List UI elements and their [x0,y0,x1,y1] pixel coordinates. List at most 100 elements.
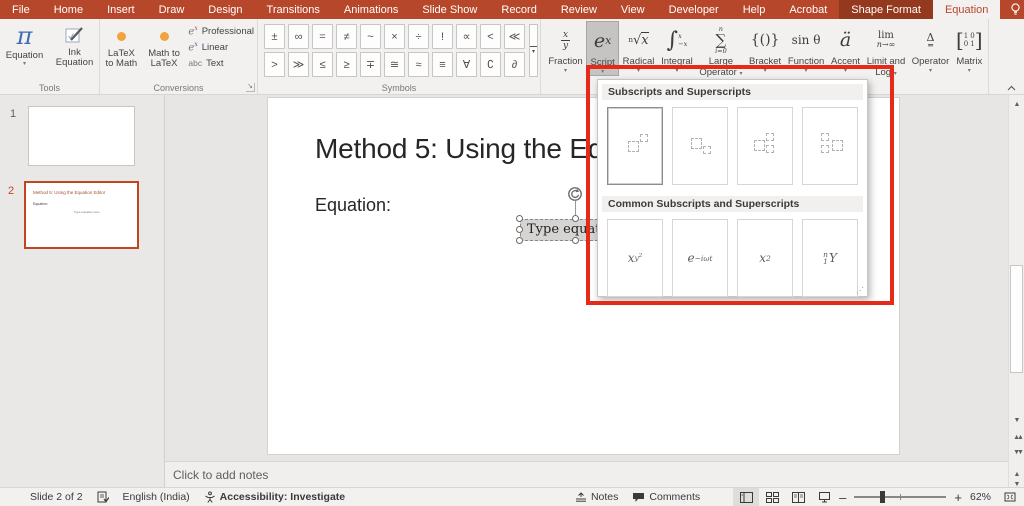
symbol-almost-equal[interactable]: ≈ [408,52,429,77]
subscript-superscript-tile[interactable] [737,107,793,185]
zoom-out-button[interactable]: – [837,490,848,505]
selection-handle-bottom-left[interactable] [516,237,523,244]
symbol-multiply[interactable]: × [384,24,405,49]
tab-home[interactable]: Home [42,0,95,19]
tab-acrobat[interactable]: Acrobat [777,0,839,19]
collapse-ribbon-icon[interactable] [1007,85,1016,91]
normal-view-button[interactable] [733,488,759,506]
symbol-tilde[interactable]: ~ [360,24,381,49]
x-sub-y-squared-tile[interactable]: xy2 [607,219,663,297]
tab-developer[interactable]: Developer [657,0,731,19]
function-button[interactable]: sin θ Function ▾ [785,21,828,74]
equation-text[interactable]: Equation: [315,195,391,216]
symbol-infinity[interactable]: ∞ [288,24,309,49]
fraction-button[interactable]: xy Fraction ▾ [545,21,586,74]
slide-show-button[interactable] [811,488,837,506]
symbol-divide[interactable]: ÷ [408,24,429,49]
tab-transitions[interactable]: Transitions [255,0,332,19]
tab-shape-format[interactable]: Shape Format [839,0,933,19]
rotate-handle[interactable] [567,186,583,202]
symbol-partial[interactable]: ∂ [504,52,525,77]
symbol-proportional[interactable]: ∝ [456,24,477,49]
slide-sorter-view-button[interactable] [759,488,785,506]
slide-thumbnail-1[interactable] [28,106,135,166]
tab-design[interactable]: Design [196,0,254,19]
symbol-minus-plus[interactable]: ∓ [360,52,381,77]
x-squared-tile[interactable]: x2 [737,219,793,297]
tell-me-button[interactable]: Tell me [1000,0,1024,19]
language-indicator[interactable]: English (India) [116,488,197,506]
spell-check-button[interactable] [90,488,116,506]
symbol-much-greater[interactable]: ≫ [288,52,309,77]
latex-to-math-label: LaTeXto Math [106,49,138,69]
symbol-factorial[interactable]: ! [432,24,453,49]
zoom-in-button[interactable]: + [952,490,964,505]
symbol-complement[interactable]: ∁ [480,52,501,77]
tab-record[interactable]: Record [489,0,548,19]
tab-help[interactable]: Help [731,0,778,19]
symbol-not-equal[interactable]: ≠ [336,24,357,49]
tab-slide-show[interactable]: Slide Show [410,0,489,19]
bracket-button[interactable]: {()} Bracket ▾ [746,21,785,74]
linear-button[interactable]: ex Linear [185,39,257,55]
tab-animations[interactable]: Animations [332,0,410,19]
text-button[interactable]: abc Text [185,55,257,71]
zoom-slider[interactable] [854,496,946,498]
symbol-equals[interactable]: = [312,24,333,49]
zoom-level-indicator[interactable]: 62% [964,488,997,506]
slide-thumbnail-2[interactable]: Method 5: Using the Equation Editor Equa… [24,181,139,249]
tab-view[interactable]: View [609,0,657,19]
scroll-down-button[interactable]: ▼ [1009,413,1024,427]
selection-handle-bottom-center[interactable] [572,237,579,244]
linear-label: Linear [202,42,228,53]
integral-button[interactable]: ∫x−x Integral ▾ [658,21,696,74]
script-button[interactable]: ex Script ▾ [586,21,619,76]
symbol-greater-than[interactable]: > [264,52,285,77]
symbol-for-all[interactable]: ∀ [456,52,477,77]
large-operator-button[interactable]: n∑i=0 Large Operator ▾ [696,21,745,78]
zoom-slider-thumb[interactable] [880,491,885,503]
selection-handle-middle-left[interactable] [516,226,523,233]
previous-slide-button[interactable]: ▲▲ [1009,431,1024,445]
superscript-tile[interactable] [607,107,663,185]
symbol-greater-equal[interactable]: ≥ [336,52,357,77]
left-subscript-superscript-tile[interactable] [802,107,858,185]
fraction-icon: xy [561,23,570,57]
tab-equation[interactable]: Equation [933,0,1000,19]
scrollbar-thumb[interactable] [1010,265,1023,373]
accessibility-checker[interactable]: Accessibility: Investigate [197,488,352,506]
symbol-plus-minus[interactable]: ± [264,24,285,49]
tab-insert[interactable]: Insert [95,0,147,19]
symbols-more-button[interactable]: ▾ [529,24,538,77]
selection-handle-top-left[interactable] [516,215,523,222]
subscript-tile[interactable] [672,107,728,185]
symbol-approx-equal[interactable]: ≅ [384,52,405,77]
symbol-much-less[interactable]: ≪ [504,24,525,49]
text-label: Text [206,58,223,69]
tab-draw[interactable]: Draw [147,0,197,19]
tab-review[interactable]: Review [549,0,609,19]
next-slide-button[interactable]: ▼▼ [1009,446,1024,460]
professional-button[interactable]: ex Professional [185,23,257,39]
radical-button[interactable]: n√x Radical ▾ [619,21,657,74]
accent-button[interactable]: ä Accent ▾ [828,21,864,74]
prescript-y-tile[interactable]: n1Y [802,219,858,297]
matrix-button[interactable]: [1001] Matrix ▾ [953,21,987,74]
symbol-identical[interactable]: ≡ [432,52,453,77]
symbol-less-than[interactable]: < [480,24,501,49]
symbol-less-equal[interactable]: ≤ [312,52,333,77]
reading-view-button[interactable] [785,488,811,506]
notes-toggle-button[interactable]: Notes [568,488,625,506]
large-operator-icon: n∑i=0 [715,23,727,57]
tab-file[interactable]: File [0,0,42,19]
selection-handle-top-center[interactable] [572,215,579,222]
operator-button[interactable]: Δ═ Operator ▾ [908,21,952,74]
e-power-minus-i-omega-t-tile[interactable]: e−iωt [672,219,728,297]
resize-grip-icon[interactable]: ⋰ [856,286,864,295]
fit-slide-button[interactable] [997,488,1024,506]
scroll-up-button[interactable]: ▲ [1009,97,1024,111]
notes-pane[interactable]: Click to add notes [165,461,1008,487]
limit-and-log-button[interactable]: limn→∞ Limit and Log ▾ [863,21,908,78]
comments-button[interactable]: Comments [625,488,707,506]
conversions-dialog-launcher-icon[interactable]: ↘ [246,83,255,92]
